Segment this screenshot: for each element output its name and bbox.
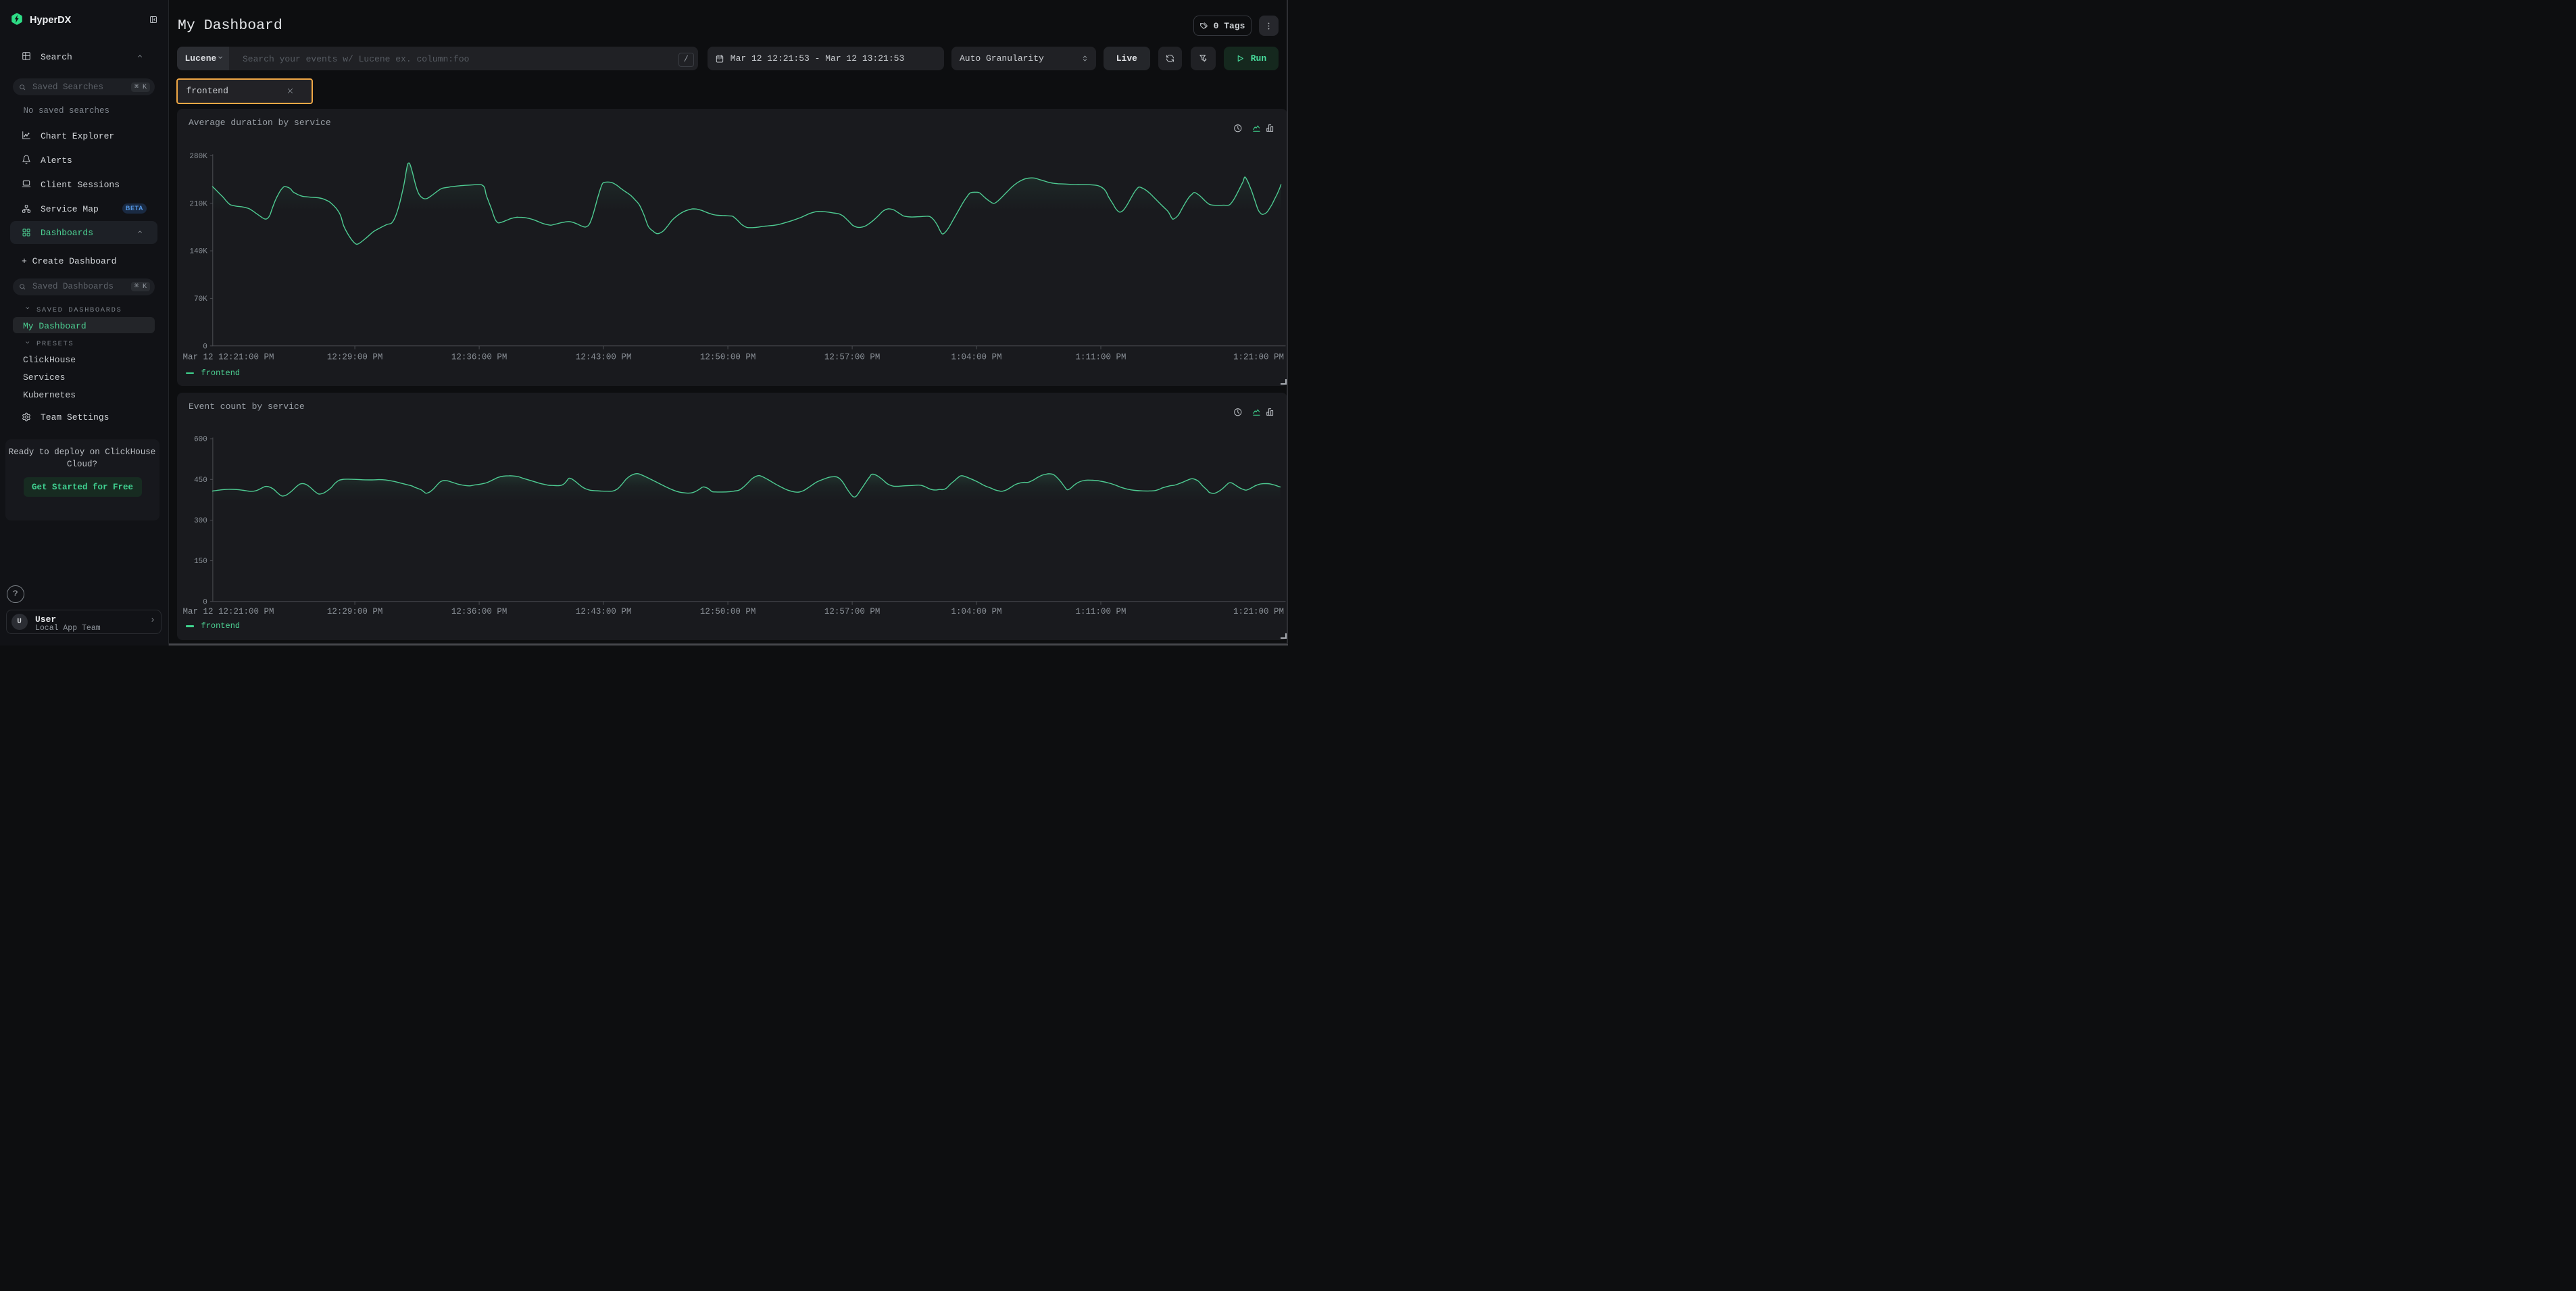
svg-text:1:04:00 PM: 1:04:00 PM <box>951 352 1001 362</box>
svg-text:12:36:00 PM: 12:36:00 PM <box>451 606 507 616</box>
svg-text:70K: 70K <box>193 295 207 303</box>
svg-text:1:04:00 PM: 1:04:00 PM <box>951 606 1001 616</box>
svg-text:12:57:00 PM: 12:57:00 PM <box>824 606 880 616</box>
svg-text:280K: 280K <box>189 152 207 160</box>
svg-text:0: 0 <box>203 598 207 606</box>
svg-text:Mar 12 12:21:00 PM: Mar 12 12:21:00 PM <box>182 352 274 362</box>
svg-text:0: 0 <box>203 343 207 351</box>
svg-text:1:21:00 PM: 1:21:00 PM <box>1233 352 1283 362</box>
svg-text:450: 450 <box>194 476 207 484</box>
svg-text:12:50:00 PM: 12:50:00 PM <box>699 606 756 616</box>
svg-text:12:43:00 PM: 12:43:00 PM <box>575 606 631 616</box>
svg-text:210K: 210K <box>189 200 207 208</box>
svg-text:150: 150 <box>194 558 207 566</box>
svg-text:1:11:00 PM: 1:11:00 PM <box>1075 606 1126 616</box>
svg-text:1:11:00 PM: 1:11:00 PM <box>1075 352 1126 362</box>
svg-text:12:29:00 PM: 12:29:00 PM <box>326 352 382 362</box>
svg-text:1:21:00 PM: 1:21:00 PM <box>1233 606 1283 616</box>
svg-text:Mar 12 12:21:00 PM: Mar 12 12:21:00 PM <box>182 606 274 616</box>
svg-text:140K: 140K <box>189 247 207 255</box>
svg-text:12:36:00 PM: 12:36:00 PM <box>451 352 507 362</box>
svg-text:12:29:00 PM: 12:29:00 PM <box>326 606 382 616</box>
svg-text:300: 300 <box>194 517 207 525</box>
svg-text:600: 600 <box>194 435 207 443</box>
svg-text:12:43:00 PM: 12:43:00 PM <box>575 352 631 362</box>
svg-text:12:50:00 PM: 12:50:00 PM <box>699 352 756 362</box>
svg-text:12:57:00 PM: 12:57:00 PM <box>824 352 880 362</box>
